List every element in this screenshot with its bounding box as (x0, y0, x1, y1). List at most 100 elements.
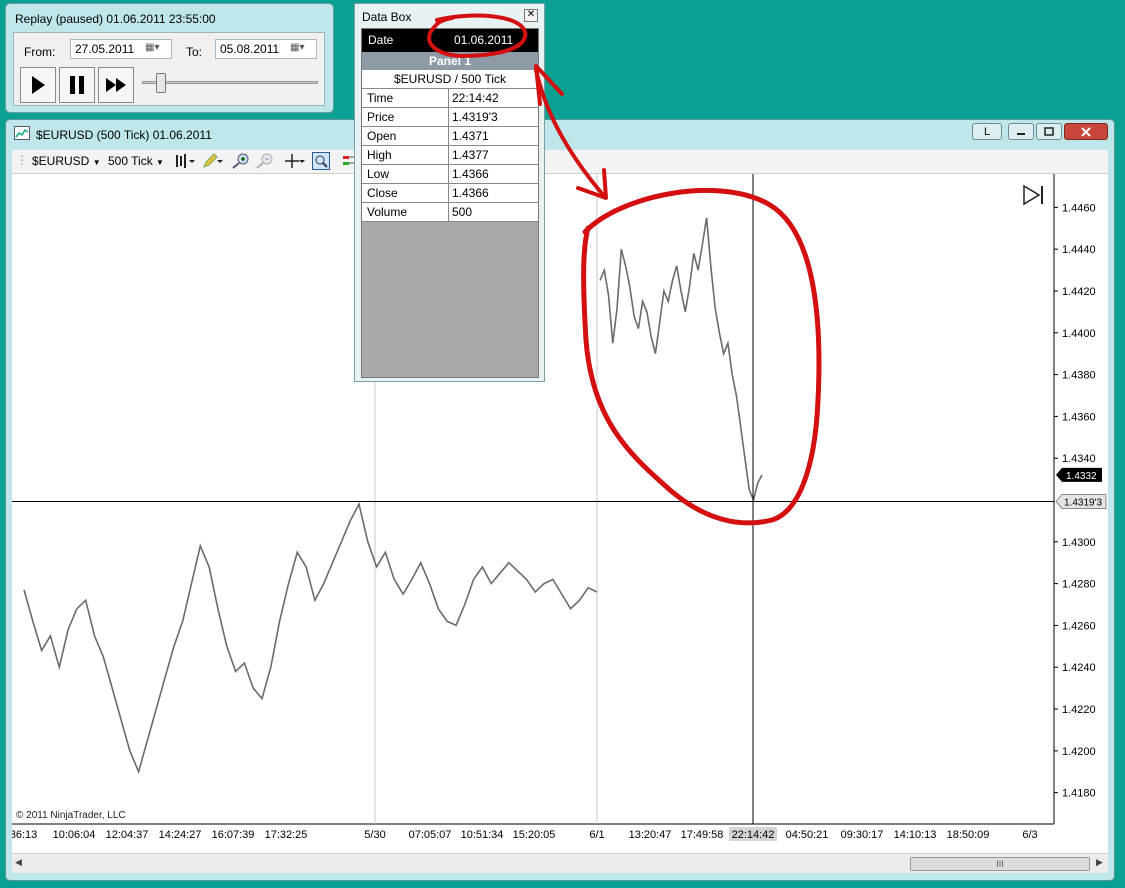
chart-toolbar: ⋮ $EURUSD ▼ 500 Tick ▼ (12, 150, 1108, 174)
x-tick-label: 14:10:13 (894, 829, 937, 841)
x-tick-label: 6/1 (589, 829, 604, 841)
y-tick-label: 1.4360 (1062, 411, 1096, 423)
scroll-left-arrow[interactable]: ◀ (15, 857, 22, 868)
data-row-value: 22:14:42 (452, 91, 499, 105)
interval-selector[interactable]: 500 Tick ▼ (108, 154, 164, 168)
zoom-in-button[interactable] (232, 153, 250, 172)
chart-window: $EURUSD (500 Tick) 01.06.2011 L ⋮ $EURUS… (5, 119, 1115, 881)
data-row-label: Open (367, 129, 397, 143)
drawing-tool-button[interactable] (202, 153, 224, 172)
data-row-time: Time 22:14:42 (362, 89, 538, 108)
data-row-label: Price (367, 110, 395, 124)
price-chart-svg[interactable]: :36:13 10:06:04 12:04:37 14:24:27 16:07:39 17… (12, 174, 1108, 854)
crosshair-button[interactable] (284, 153, 306, 172)
from-date-field[interactable]: 27.05.2011 ▦▾ (70, 39, 172, 59)
minimize-icon (1017, 132, 1025, 135)
play-button[interactable] (20, 67, 56, 103)
maximize-button[interactable] (1036, 123, 1062, 140)
last-price-label: 1.4332 (1066, 471, 1097, 482)
data-box-button[interactable] (312, 152, 330, 173)
data-row-close: Close 1.4366 (362, 184, 538, 203)
x-tick-label: 12:04:37 (106, 829, 149, 841)
data-row-label: Low (367, 167, 390, 181)
replay-window: Replay (paused) 01.06.2011 23:55:00 From… (5, 3, 334, 113)
chevron-down-icon: ▼ (156, 158, 164, 167)
replay-controls: From: 27.05.2011 ▦▾ To: 05.08.2011 ▦▾ (13, 32, 325, 106)
x-tick-label: 6/3 (1022, 829, 1037, 841)
data-row-price: Price 1.4319'3 (362, 108, 538, 127)
y-tick-label: 1.4340 (1062, 453, 1096, 465)
maximize-icon (1044, 127, 1054, 136)
pause-icon (70, 76, 84, 94)
column-divider (448, 203, 449, 221)
price-chart[interactable]: :36:13 10:06:04 12:04:37 14:24:27 16:07:39 17… (12, 174, 1108, 854)
from-label: From: (24, 45, 56, 59)
replay-speed-slider[interactable] (155, 73, 166, 93)
panel-header: Panel 1 (362, 52, 538, 70)
column-divider (448, 184, 449, 202)
instrument-selector[interactable]: $EURUSD ▼ (32, 154, 101, 168)
horizontal-scrollbar[interactable]: ◀ III ▶ (12, 853, 1108, 873)
data-box-body: Date 01.06.2011 Panel 1 $EURUSD / 500 Ti… (361, 28, 539, 378)
y-tick-label: 1.4440 (1062, 244, 1096, 256)
crosshair-icon (285, 154, 305, 168)
fast-forward-button[interactable] (98, 67, 134, 103)
data-row-value: 1.4319'3 (452, 110, 498, 124)
y-tick-label: 1.4460 (1062, 202, 1096, 214)
x-tick-label: 13:20:47 (629, 829, 672, 841)
play-icon (32, 76, 45, 94)
crosshair-price-label: 1.4319'3 (1064, 497, 1102, 508)
close-icon (1081, 126, 1091, 137)
replay-speed-track[interactable] (142, 81, 318, 84)
to-label: To: (186, 45, 203, 59)
y-tick-label: 1.4300 (1062, 537, 1096, 549)
data-row-low: Low 1.4366 (362, 165, 538, 184)
to-date-value: 05.08.2011 (220, 42, 280, 56)
data-row-label: Close (367, 186, 398, 200)
chart-app-icon (14, 126, 30, 140)
layout-button[interactable]: L (972, 123, 1002, 140)
calendar-dropdown-icon[interactable]: ▦▾ (145, 42, 169, 56)
column-divider (448, 127, 449, 145)
column-divider (448, 146, 449, 164)
x-tick-label: 04:50:21 (786, 829, 829, 841)
x-tick-label: 09:30:17 (841, 829, 884, 841)
date-row: Date 01.06.2011 (362, 29, 538, 52)
from-date-value: 27.05.2011 (75, 42, 135, 56)
chart-window-title: $EURUSD (500 Tick) 01.06.2011 (36, 128, 212, 142)
scrollbar-thumb[interactable]: III (910, 857, 1090, 871)
y-tick-label: 1.4280 (1062, 579, 1096, 591)
scroll-to-end-icon (1023, 184, 1043, 206)
x-tick-label: 5/30 (364, 829, 385, 841)
replay-title: Replay (paused) 01.06.2011 23:55:00 (15, 12, 216, 26)
data-row-high: High 1.4377 (362, 146, 538, 165)
x-tick-label: :36:13 (12, 829, 37, 841)
y-tick-label: 1.4180 (1062, 788, 1096, 800)
date-label: Date (368, 33, 394, 47)
to-date-field[interactable]: 05.08.2011 ▦▾ (215, 39, 317, 59)
close-button[interactable] (1064, 123, 1108, 140)
y-tick-label: 1.4260 (1062, 620, 1096, 632)
column-divider (448, 89, 449, 107)
column-divider (448, 108, 449, 126)
zoom-out-button[interactable] (256, 153, 274, 172)
close-icon: ✕ (526, 9, 536, 20)
scroll-to-end-button[interactable] (1022, 184, 1046, 209)
pause-button[interactable] (59, 67, 95, 103)
data-box-close-button[interactable]: ✕ (524, 9, 538, 22)
y-tick-label: 1.4200 (1062, 746, 1096, 758)
bar-style-button[interactable] (174, 153, 196, 172)
column-divider (448, 165, 449, 183)
data-row-value: 1.4366 (452, 167, 489, 181)
scroll-right-arrow[interactable]: ▶ (1096, 857, 1103, 868)
minimize-button[interactable] (1008, 123, 1034, 140)
zoom-out-icon (256, 153, 273, 169)
data-box-title: Data Box (362, 10, 412, 24)
symbol-header: $EURUSD / 500 Tick (362, 70, 538, 89)
y-tick-label: 1.4400 (1062, 328, 1096, 340)
calendar-dropdown-icon[interactable]: ▦▾ (290, 42, 314, 56)
x-tick-label: 14:24:27 (159, 829, 202, 841)
data-row-label: Volume (367, 205, 408, 219)
fast-forward-icon (106, 78, 126, 92)
x-tick-label: 17:32:25 (265, 829, 308, 841)
